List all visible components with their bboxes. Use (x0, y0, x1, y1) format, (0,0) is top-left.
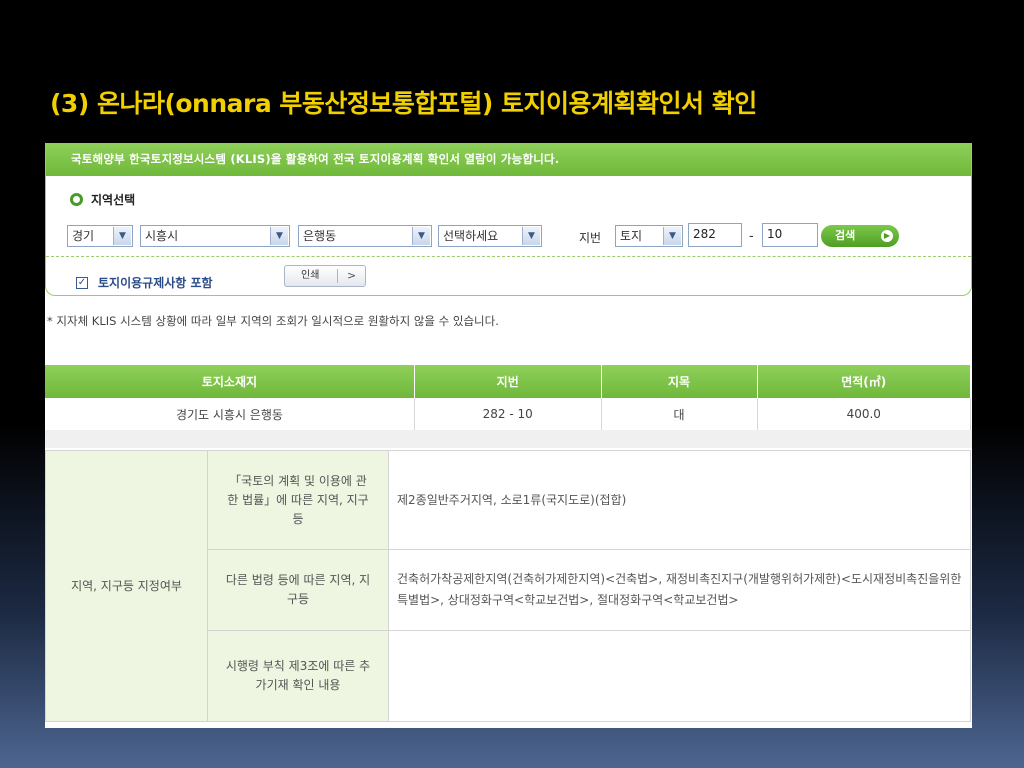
regulation-checkbox[interactable]: ✓ (76, 276, 88, 289)
search-box: 국토해양부 한국토지정보시스템 (KLIS)을 활용하여 전국 토지이용계획 확… (45, 143, 972, 296)
chevron-down-icon[interactable]: ▼ (412, 227, 430, 245)
zone-row-value (388, 630, 971, 722)
print-button-label: 인쇄 (301, 270, 320, 281)
province-select-value: 경기 (72, 229, 95, 243)
cell-jibeon: 282 - 10 (414, 398, 602, 431)
search-button-label: 검색 (835, 229, 856, 242)
header-area: 면적(㎡) (757, 365, 972, 398)
chevron-right-icon: > (347, 269, 357, 282)
table-row: 지역, 지구등 지정여부 「국토의 계획 및 이용에 관한 법률」에 따른 지역… (45, 450, 971, 722)
search-button[interactable]: 검색 ▶ (821, 225, 899, 247)
city-select-value: 시흥시 (145, 229, 179, 243)
header-jibeon: 지번 (414, 365, 602, 398)
ri-select[interactable]: 선택하세요 ▼ (438, 225, 542, 247)
header-jimok: 지목 (601, 365, 758, 398)
divider (46, 256, 971, 257)
regulation-label: 토지이용규제사항 포함 (98, 276, 213, 290)
zone-group-label: 지역, 지구등 지정여부 (45, 450, 208, 722)
chevron-down-icon[interactable]: ▼ (522, 227, 540, 245)
notice-bar: 국토해양부 한국토지정보시스템 (KLIS)을 활용하여 전국 토지이용계획 확… (46, 143, 971, 176)
sub-number-input[interactable]: 10 (762, 223, 818, 247)
zone-row-label: 시행령 부칙 제3조에 따른 추가기재 확인 내용 (207, 630, 389, 722)
screenshot-panel: 국토해양부 한국토지정보시스템 (KLIS)을 활용하여 전국 토지이용계획 확… (45, 143, 972, 728)
chevron-down-icon[interactable]: ▼ (270, 227, 288, 245)
land-info-table: 토지소재지 지번 지목 면적(㎡) 경기도 시흥시 은행동 282 - 10 대… (45, 365, 972, 431)
province-select[interactable]: 경기 ▼ (67, 225, 133, 247)
zone-row-label: 다른 법령 등에 따른 지역, 지구등 (207, 549, 389, 631)
city-select[interactable]: 시흥시 ▼ (140, 225, 290, 247)
region-title-label: 지역선택 (91, 193, 136, 207)
cell-area: 400.0 (757, 398, 972, 431)
main-number-input[interactable]: 282 (688, 223, 742, 247)
chevron-down-icon[interactable]: ▼ (113, 227, 131, 245)
land-type-select[interactable]: 토지 ▼ (615, 225, 683, 247)
ri-select-value: 선택하세요 (443, 229, 499, 243)
header-location: 토지소재지 (45, 365, 415, 398)
footnote: * 지자체 KLIS 시스템 상황에 따라 일부 지역의 조회가 일시적으로 원… (47, 314, 499, 328)
button-separator (337, 269, 338, 283)
zone-row-value: 건축허가착공제한지역(건축허가제한지역)<건축법>, 재정비촉진지구(개발행위허… (388, 549, 971, 631)
table-header-row: 토지소재지 지번 지목 면적(㎡) (45, 365, 972, 398)
section-gap (45, 430, 972, 448)
dong-select-value: 은행동 (303, 229, 337, 243)
cell-jimok: 대 (601, 398, 758, 431)
regulation-option[interactable]: ✓ 토지이용규제사항 포함 (76, 274, 213, 291)
radio-icon (70, 193, 83, 206)
chevron-down-icon[interactable]: ▼ (663, 227, 681, 245)
table-row: 경기도 시흥시 은행동 282 - 10 대 400.0 (45, 398, 972, 431)
cell-location: 경기도 시흥시 은행동 (45, 398, 415, 431)
land-type-value: 토지 (620, 229, 643, 243)
region-select-title: 지역선택 (70, 191, 135, 208)
arrow-right-icon: ▶ (881, 230, 893, 242)
dong-select[interactable]: 은행동 ▼ (298, 225, 432, 247)
number-dash: - (749, 229, 754, 244)
zone-row-label: 「국토의 계획 및 이용에 관한 법률」에 따른 지역, 지구등 (207, 450, 389, 550)
jibeon-label: 지번 (579, 231, 602, 245)
zone-row-value: 제2종일반주거지역, 소로1류(국지도로)(접합) (388, 450, 971, 550)
slide-title: (3) 온나라(onnara 부동산정보통합포털) 토지이용계획확인서 확인 (50, 89, 757, 118)
print-button[interactable]: 인쇄 > (284, 265, 366, 287)
zone-table: 지역, 지구등 지정여부 「국토의 계획 및 이용에 관한 법률」에 따른 지역… (45, 450, 971, 722)
